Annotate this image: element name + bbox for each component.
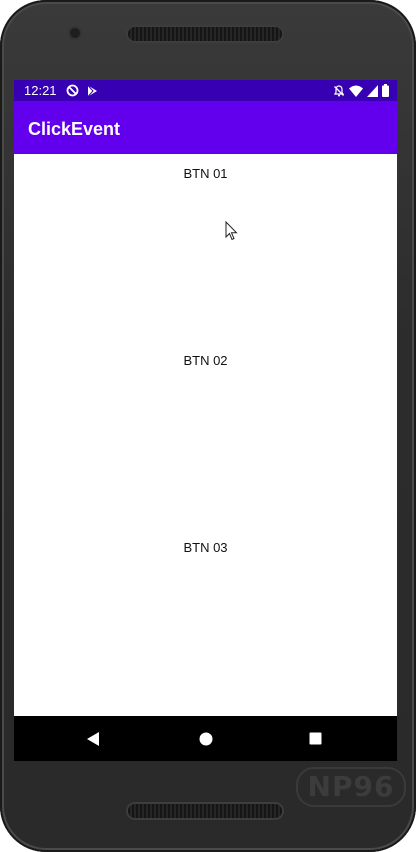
home-icon[interactable] <box>199 732 213 751</box>
bottom-speaker-grille <box>128 804 282 818</box>
back-icon[interactable] <box>86 731 100 752</box>
status-right-icons <box>333 83 389 98</box>
app-bar: ClickEvent <box>14 101 397 154</box>
btn-02[interactable]: BTN 02 <box>14 341 397 381</box>
btn-01[interactable]: BTN 01 <box>14 154 397 194</box>
btn-03[interactable]: BTN 03 <box>14 528 397 568</box>
app-title: ClickEvent <box>28 119 121 139</box>
play-store-icon <box>87 84 98 97</box>
watermark-logo: NP96 <box>296 767 406 807</box>
navigation-bar <box>14 716 397 761</box>
wifi-icon <box>349 85 363 97</box>
main-content <box>14 154 397 716</box>
mouse-pointer-icon <box>225 220 238 246</box>
status-bar: 12:21 <box>14 80 397 101</box>
front-camera <box>70 28 80 38</box>
battery-icon <box>382 84 389 97</box>
status-time: 12:21 <box>24 83 57 98</box>
signal-icon <box>367 84 378 97</box>
recents-icon[interactable] <box>309 732 322 750</box>
device-screen: 12:21 ClickEvent BTN 01 BTN 02 BTN 03 <box>14 80 397 761</box>
sync-off-icon <box>66 84 79 97</box>
top-speaker-grille <box>128 27 282 41</box>
status-left-icons <box>66 83 98 98</box>
phone-frame: 12:21 ClickEvent BTN 01 BTN 02 BTN 03 NP… <box>0 0 416 852</box>
notifications-off-icon <box>333 84 345 97</box>
